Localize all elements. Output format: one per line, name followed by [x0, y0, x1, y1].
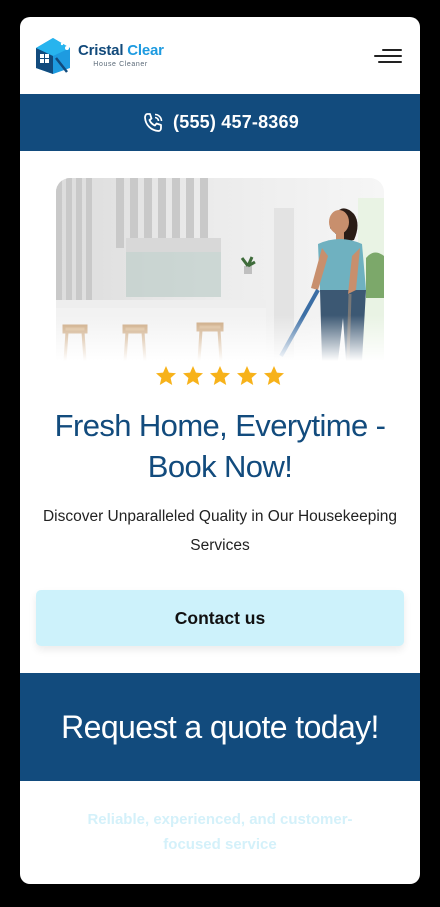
quote-subtitle-line2: focused service — [163, 836, 277, 853]
quote-subtitle-line1: Reliable, experienced, and customer- — [87, 811, 353, 828]
contact-us-button[interactable]: Contact us — [36, 590, 404, 646]
phone-ringing-icon — [144, 112, 163, 132]
call-phone-link[interactable]: (555) 457-8369 — [20, 94, 420, 151]
brand-name-part2: Clear — [127, 42, 164, 59]
hero-headline-line1: Fresh Home, Everytime - — [54, 408, 386, 443]
star-icon — [156, 366, 176, 385]
star-icon — [183, 366, 203, 385]
hero-headline-line2: Book Now! — [147, 449, 293, 484]
hero-subtext-line1: Discover Unparalleled Quality in Our Hou… — [42, 508, 398, 525]
site-header: Cristal Clear House Cleaner — [20, 17, 420, 94]
quote-subtitle: Reliable, experienced, and customer- foc… — [70, 807, 370, 857]
hero-subtext: Discover Unparalleled Quality in Our Hou… — [30, 502, 410, 560]
star-icon — [237, 366, 257, 385]
rating-stars — [20, 364, 420, 388]
brand-text: Cristal Clear House Cleaner — [78, 43, 164, 68]
hero-image — [56, 178, 384, 361]
quote-banner: Request a quote today! — [20, 673, 420, 781]
star-icon — [210, 366, 230, 385]
star-icon — [264, 366, 284, 385]
hero-subtext-line2: Services — [190, 537, 250, 554]
brand-name-part1: Cristal — [78, 42, 124, 59]
phone-number: (555) 457-8369 — [173, 112, 299, 132]
page: Cristal Clear House Cleaner (555) 457-83… — [20, 17, 420, 884]
quote-title: Request a quote today! — [61, 708, 379, 745]
kitchen-cleaning-photo — [56, 178, 384, 361]
brand-tagline: House Cleaner — [93, 61, 148, 68]
brand-logo[interactable]: Cristal Clear House Cleaner — [34, 36, 164, 76]
hero-headline: Fresh Home, Everytime - Book Now! — [20, 405, 420, 487]
hamburger-menu-icon[interactable] — [374, 45, 402, 67]
house-logo-icon — [36, 37, 70, 74]
brand-name: Cristal Clear — [78, 43, 164, 58]
